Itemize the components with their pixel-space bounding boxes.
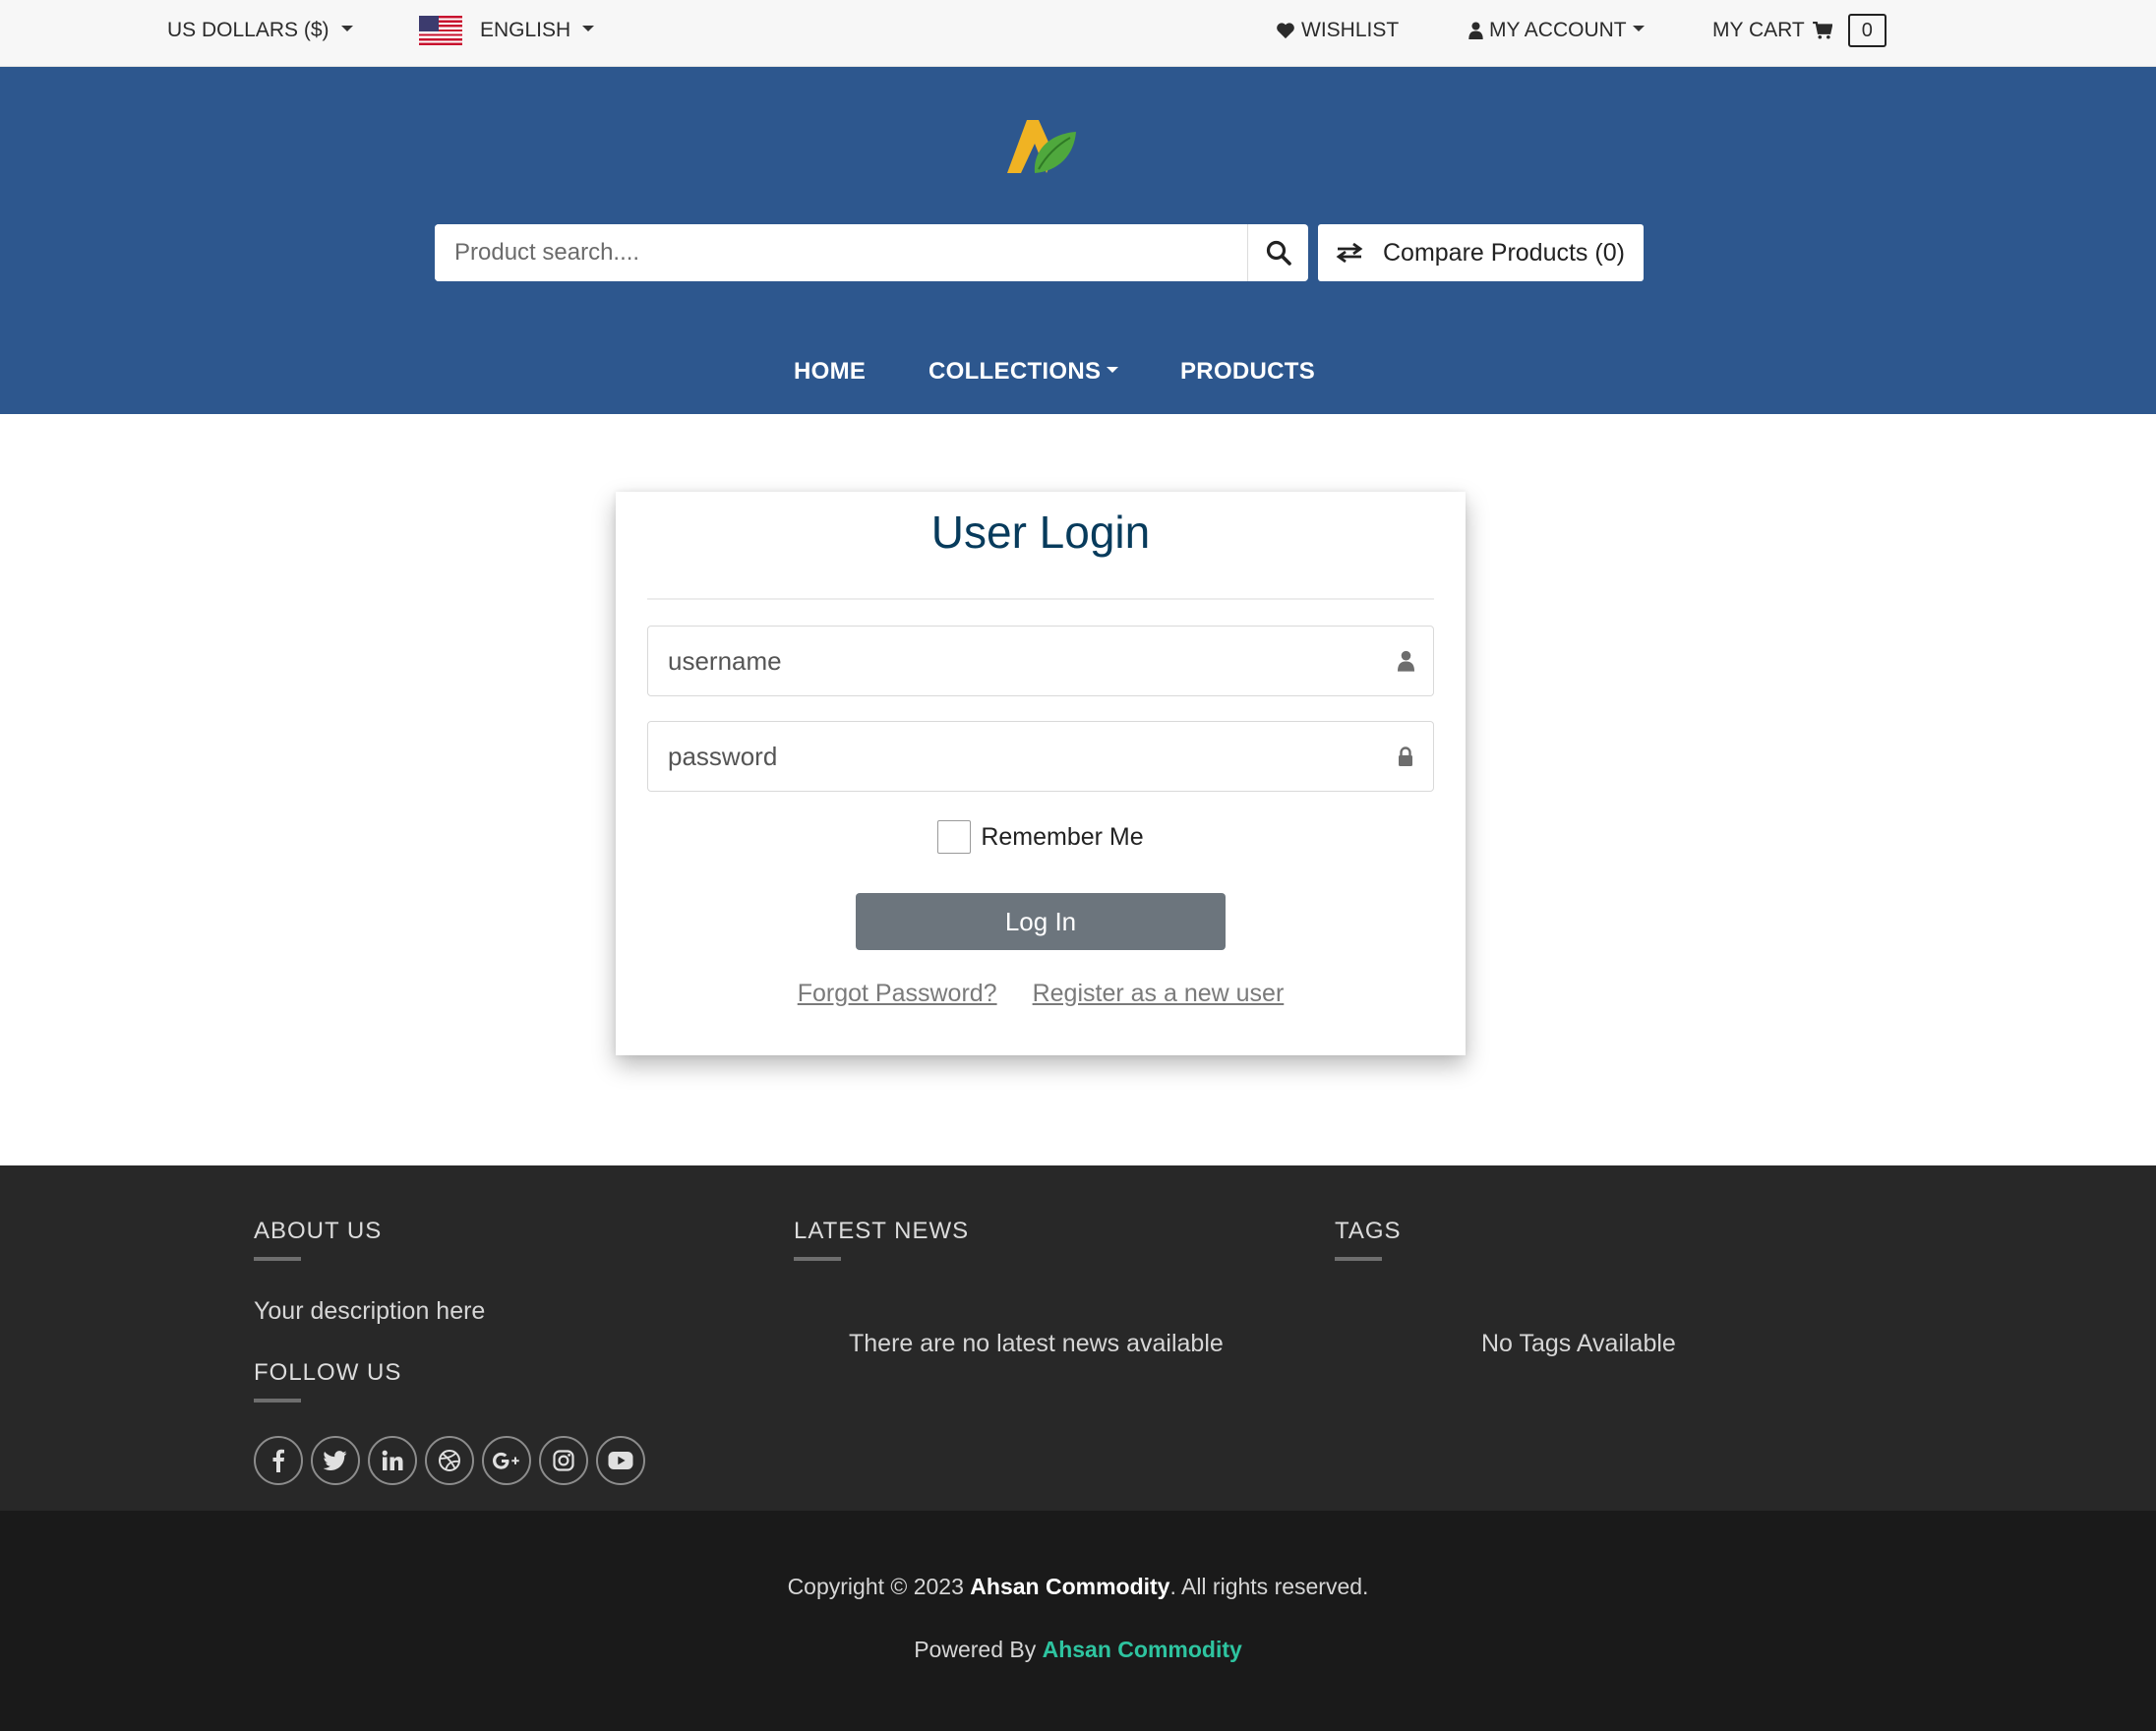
my-cart-link[interactable]: MY CART 0 — [1712, 0, 1886, 61]
us-flag-icon — [419, 16, 462, 45]
heart-icon — [1276, 22, 1295, 39]
top-bar: US DOLLARS ($) ENGLISH WISHLIST MY ACCOU… — [0, 0, 2156, 67]
product-search-input[interactable] — [435, 224, 1247, 281]
login-button[interactable]: Log In — [856, 893, 1226, 950]
about-us-text: Your description here — [254, 1297, 486, 1325]
tags-text: No Tags Available — [1481, 1330, 1676, 1357]
wishlist-label: WISHLIST — [1301, 19, 1400, 41]
password-input[interactable] — [648, 722, 1378, 791]
remember-me-label: Remember Me — [981, 822, 1144, 851]
follow-us-heading: FOLLOW US — [254, 1359, 402, 1386]
lock-icon — [1378, 746, 1433, 766]
copyright-prefix: Copyright © 2023 — [787, 1574, 971, 1599]
site-footer: ABOUT US Your description here FOLLOW US… — [0, 1165, 2156, 1511]
password-field — [647, 721, 1434, 792]
wishlist-link[interactable]: WISHLIST — [1276, 0, 1399, 61]
nav-collections-label: COLLECTIONS — [928, 358, 1102, 385]
login-title: User Login — [930, 507, 1151, 558]
youtube-icon[interactable] — [596, 1436, 645, 1485]
username-field — [647, 626, 1434, 696]
site-header: Compare Products (0) HOME COLLECTIONS PR… — [0, 67, 2156, 414]
main-nav: HOME COLLECTIONS PRODUCTS — [0, 358, 2156, 397]
cart-icon — [1812, 22, 1832, 39]
title-divider — [647, 598, 1434, 600]
language-dropdown[interactable]: ENGLISH — [419, 0, 595, 61]
nav-products[interactable]: PRODUCTS — [1180, 358, 1315, 386]
username-input[interactable] — [648, 627, 1378, 695]
cart-label: MY CART — [1712, 19, 1805, 41]
facebook-icon[interactable] — [254, 1436, 303, 1485]
account-label: MY ACCOUNT — [1489, 19, 1627, 41]
login-card: User Login Remember Me Log In Forgot Pas… — [616, 492, 1466, 1055]
exchange-icon — [1336, 242, 1363, 264]
copyright-brand[interactable]: Ahsan Commodity — [970, 1574, 1169, 1599]
compare-label: Compare Products (0) — [1383, 238, 1625, 267]
chevron-down-icon — [1107, 367, 1119, 373]
tags-heading: TAGS — [1335, 1218, 1402, 1244]
about-us-heading: ABOUT US — [254, 1218, 383, 1244]
chevron-down-icon — [340, 26, 353, 31]
copyright-bar: Copyright © 2023 Ahsan Commodity. All ri… — [0, 1511, 2156, 1731]
brand-logo[interactable] — [1003, 116, 1078, 179]
login-links: Forgot Password? Register as a new user — [616, 980, 1466, 1008]
search-icon — [1266, 240, 1291, 266]
search-button[interactable] — [1247, 224, 1308, 281]
google-plus-icon[interactable] — [482, 1436, 531, 1485]
remember-me: Remember Me — [616, 820, 1466, 854]
product-search-bar — [435, 224, 1308, 281]
twitter-icon[interactable] — [311, 1436, 360, 1485]
instagram-icon[interactable] — [539, 1436, 588, 1485]
heading-underline — [794, 1257, 841, 1261]
remember-me-checkbox[interactable] — [937, 820, 972, 854]
heading-underline — [1335, 1257, 1382, 1261]
nav-collections[interactable]: COLLECTIONS — [928, 358, 1119, 386]
heading-underline — [254, 1399, 301, 1403]
compare-products-button[interactable]: Compare Products (0) — [1318, 224, 1644, 281]
cart-count-badge: 0 — [1847, 14, 1886, 47]
latest-news-text: There are no latest news available — [849, 1330, 1224, 1357]
copyright-suffix: . All rights reserved. — [1169, 1574, 1369, 1599]
currency-dropdown[interactable]: US DOLLARS ($) — [167, 0, 353, 61]
latest-news-heading: LATEST NEWS — [794, 1218, 970, 1244]
language-label: ENGLISH — [480, 19, 571, 41]
powered-by-text: Powered By Ahsan Commodity — [0, 1637, 2156, 1663]
user-icon — [1468, 22, 1483, 39]
forgot-password-link[interactable]: Forgot Password? — [798, 980, 997, 1008]
chevron-down-icon — [582, 26, 595, 31]
currency-label: US DOLLARS ($) — [167, 19, 329, 41]
powered-by-link[interactable]: Ahsan Commodity — [1043, 1637, 1242, 1662]
powered-prefix: Powered By — [914, 1637, 1043, 1662]
dribbble-icon[interactable] — [425, 1436, 474, 1485]
chevron-down-icon — [1632, 26, 1645, 31]
nav-home[interactable]: HOME — [794, 358, 866, 386]
heading-underline — [254, 1257, 301, 1261]
linkedin-icon[interactable] — [368, 1436, 417, 1485]
copyright-text: Copyright © 2023 Ahsan Commodity. All ri… — [0, 1574, 2156, 1600]
my-account-dropdown[interactable]: MY ACCOUNT — [1468, 0, 1645, 61]
register-link[interactable]: Register as a new user — [1033, 980, 1285, 1008]
social-links — [254, 1436, 645, 1485]
user-icon — [1378, 650, 1433, 672]
